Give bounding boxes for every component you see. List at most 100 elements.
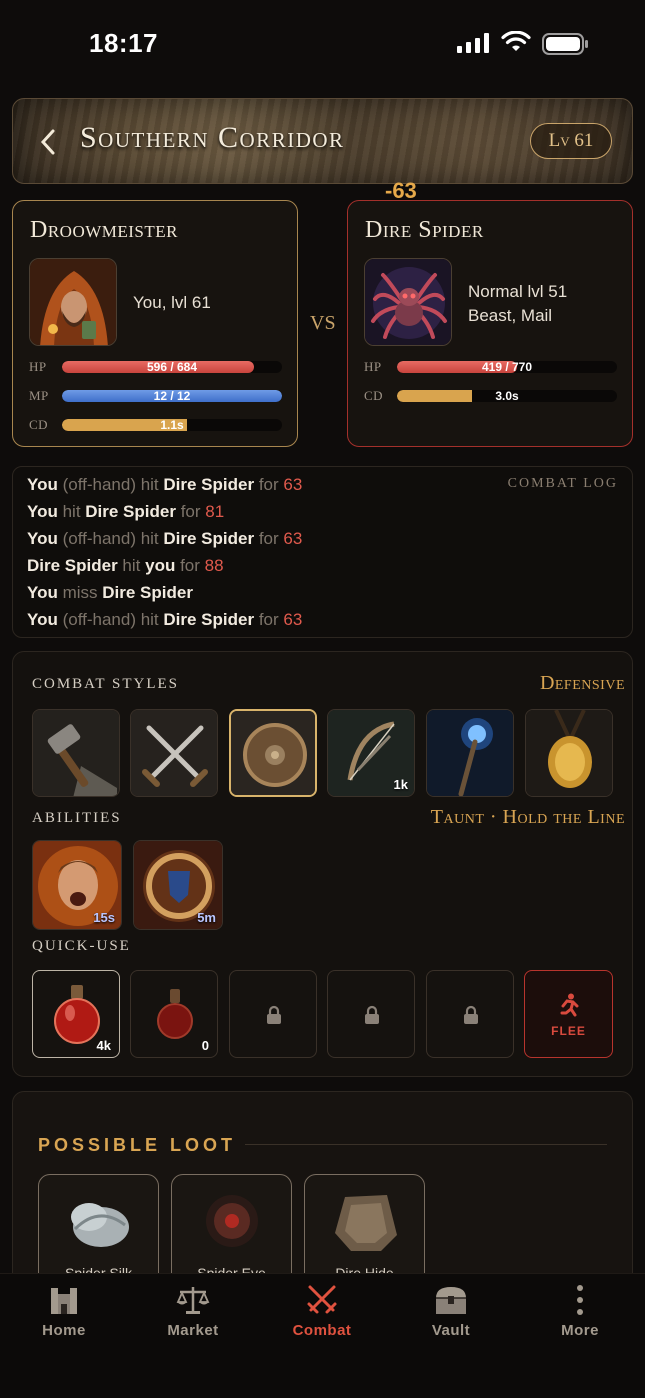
style-slot-swords[interactable] <box>130 709 218 797</box>
log-damage: 81 <box>205 502 225 521</box>
hide-icon <box>335 1195 397 1251</box>
style-slot-bow[interactable]: 1k <box>327 709 415 797</box>
log-actor: Dire Spider <box>85 502 176 521</box>
log-actor: You <box>27 529 58 548</box>
cd-label: CD <box>364 388 384 403</box>
spider-eye-icon <box>206 1195 258 1247</box>
player-hp-text: 596 / 684 <box>146 361 198 373</box>
hooded-monk-icon <box>30 259 116 345</box>
player-hp-bar: 596 / 684 <box>62 361 282 373</box>
combat-styles-label: COMBAT STYLES <box>32 676 179 692</box>
nav-label: Vault <box>431 1322 471 1339</box>
nav-market[interactable]: Market <box>143 1284 243 1339</box>
nav-combat[interactable]: Combat <box>272 1284 372 1339</box>
ability-slot-hold-the-line[interactable]: 5m <box>133 840 223 930</box>
log-damage: 63 <box>283 529 303 548</box>
flee-button[interactable]: FLEE <box>524 970 613 1058</box>
scales-icon <box>176 1287 210 1314</box>
log-text: for <box>254 610 284 629</box>
abilities-active: Taunt · Hold the Line <box>430 806 625 828</box>
nav-label: Home <box>42 1322 86 1339</box>
hp-label: HP <box>29 359 47 374</box>
log-actor: You <box>27 583 58 602</box>
log-actor: Dire Spider <box>27 556 118 575</box>
lock-icon <box>464 1005 478 1024</box>
status-bar: 18:17 <box>0 0 645 90</box>
cd-label: CD <box>29 417 49 432</box>
abilities-label: ABILITIES <box>32 810 122 826</box>
log-text: for <box>175 556 205 575</box>
quick-slot-count: 4k <box>96 1038 111 1053</box>
nav-label: More <box>561 1322 599 1339</box>
combat-log-line: You (off-hand) hit Dire Spider for 63 <box>27 610 302 630</box>
shield-icon <box>231 711 315 795</box>
log-actor: Dire Spider <box>163 529 255 548</box>
nav-vault[interactable]: Vault <box>401 1284 501 1339</box>
combat-style-selected: Defensive <box>539 672 625 694</box>
log-text: for <box>254 529 284 548</box>
enemy-name: Dire Spider <box>365 217 484 243</box>
log-actor: Dire Spider <box>163 475 255 494</box>
zone-title: Southern Corridor <box>80 121 345 154</box>
flee-label: FLEE <box>551 1024 586 1038</box>
chevron-left-icon <box>40 129 55 155</box>
status-time: 18:17 <box>89 28 158 58</box>
log-text: miss <box>57 583 103 602</box>
log-actor: Dire Spider <box>102 583 193 602</box>
enemy-cd-bar: 3.0s <box>397 390 617 402</box>
quick-slot-locked[interactable] <box>426 970 514 1058</box>
hp-label: HP <box>364 359 382 374</box>
ability-slot-taunt[interactable]: 15s <box>32 840 122 930</box>
lock-icon <box>267 1005 281 1024</box>
quick-use-label: QUICK-USE <box>32 938 131 954</box>
running-person-icon <box>560 993 579 1017</box>
log-text: (off-hand) hit <box>57 475 164 494</box>
enemy-subtitle-level: Normal lvl 51 <box>468 282 568 301</box>
log-text: (off-hand) hit <box>57 610 164 629</box>
style-slot-staff[interactable] <box>426 709 514 797</box>
enemy-subtitle-type: Beast, Mail <box>468 306 553 325</box>
ability-cooldown: 5m <box>197 910 216 925</box>
spider-icon <box>365 259 451 345</box>
vs-label: VS <box>310 312 336 334</box>
style-slot-hammer[interactable] <box>32 709 120 797</box>
amulet-icon <box>526 710 612 796</box>
nav-label: Market <box>167 1322 219 1339</box>
log-text: hit <box>57 502 86 521</box>
cellular-signal-icon <box>457 33 489 53</box>
style-slot-shield[interactable] <box>229 709 317 797</box>
log-actor: Dire Spider <box>163 610 255 629</box>
combat-log[interactable]: COMBAT LOG You (off-hand) hit Dire Spide… <box>12 466 633 638</box>
zone-level-badge: Lv 61 <box>530 123 612 159</box>
lock-icon <box>365 1005 379 1024</box>
loot-divider <box>245 1144 607 1145</box>
nav-more[interactable]: More <box>530 1284 630 1339</box>
player-cd-text: 1.1s <box>160 419 184 431</box>
enemy-portrait <box>364 258 452 346</box>
combat-log-line: You hit Dire Spider for 81 <box>27 502 224 522</box>
nav-home[interactable]: Home <box>14 1284 114 1339</box>
quick-slot-count: 0 <box>201 1038 209 1053</box>
quick-slot-locked[interactable] <box>327 970 415 1058</box>
player-cd-bar: 1.1s <box>62 419 282 431</box>
log-text: (off-hand) hit <box>57 529 164 548</box>
crossed-swords-icon <box>307 1285 337 1314</box>
log-damage: 63 <box>283 475 303 494</box>
quick-slot-small-potion[interactable]: 0 <box>130 970 218 1058</box>
chest-icon <box>436 1287 466 1314</box>
player-subtitle: You, lvl 61 <box>133 293 211 312</box>
log-actor: you <box>145 556 176 575</box>
bottom-nav: Home Market Combat Vault More <box>0 1273 645 1398</box>
log-text: hit <box>117 556 146 575</box>
player-card: Droowmeister You, lvl 61 HP 596 / 684 MP… <box>12 200 298 447</box>
magic-staff-icon <box>427 710 513 796</box>
style-slot-amulet[interactable] <box>525 709 613 797</box>
back-button[interactable] <box>38 128 58 164</box>
enemy-card[interactable]: Dire Spider Normal lvl 51 Beast, Mail HP… <box>347 200 633 447</box>
more-vertical-icon <box>577 1285 583 1315</box>
quick-slot-locked[interactable] <box>229 970 317 1058</box>
player-portrait <box>29 258 117 346</box>
quick-slot-health-potion[interactable]: 4k <box>32 970 120 1058</box>
combat-log-line: You (off-hand) hit Dire Spider for 63 <box>27 475 302 495</box>
crossed-swords-icon <box>131 710 217 796</box>
